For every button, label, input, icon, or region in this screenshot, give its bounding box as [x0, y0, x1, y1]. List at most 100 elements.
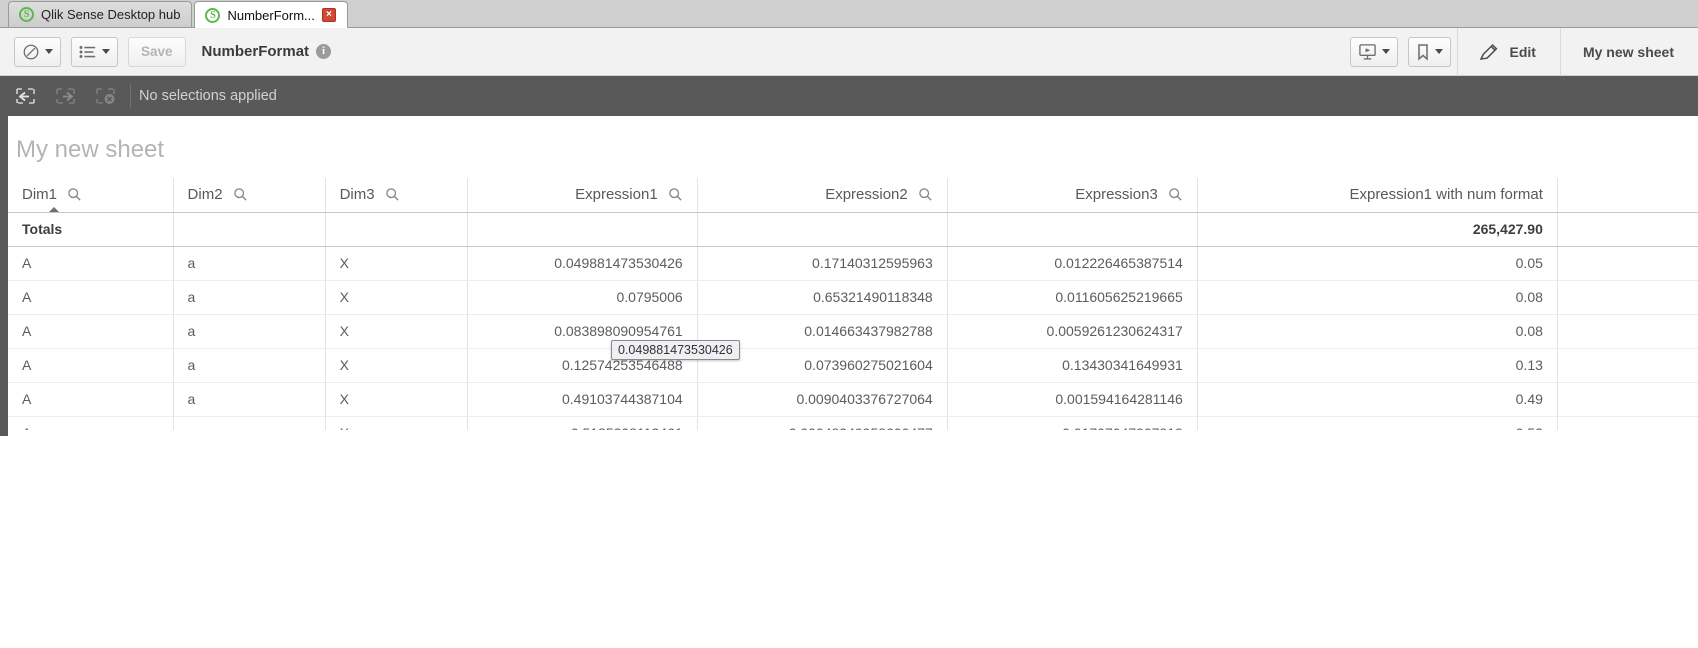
browser-tab-title: NumberForm...: [227, 7, 315, 23]
totals-cell: [947, 212, 1198, 247]
edit-button-label: Edit: [1509, 43, 1536, 60]
table-row[interactable]: A a X 0.49103744387104 0.009040337672706…: [8, 382, 1698, 417]
cell-dim1[interactable]: A: [8, 416, 174, 430]
table-row[interactable]: A a X 0.12574253546488 0.073960275021604…: [8, 348, 1698, 383]
chevron-down-icon: [1381, 49, 1390, 54]
column-header-expression3[interactable]: Expression3: [947, 178, 1198, 213]
table-row[interactable]: A a X 0.0795006 0.65321490118348 0.01160…: [8, 280, 1698, 315]
cell-dim2[interactable]: a: [173, 280, 326, 315]
column-header-dim1[interactable]: Dim1: [8, 178, 174, 213]
presentation-icon: [1358, 43, 1376, 60]
column-header-filler: [1557, 178, 1698, 213]
cell-expression3: 0.13430341649931: [947, 348, 1198, 383]
cell-expression1: 0.49103744387104: [467, 382, 698, 417]
column-header-dim2[interactable]: Dim2: [173, 178, 326, 213]
cell-filler: [1557, 280, 1698, 315]
cell-expression1-num-format: 0.49: [1197, 382, 1558, 417]
search-icon[interactable]: [67, 187, 82, 202]
column-label: Expression2: [825, 186, 908, 204]
close-icon[interactable]: ×: [321, 8, 336, 22]
compass-icon: [23, 44, 39, 59]
column-label: Dim1: [22, 186, 58, 204]
table-row[interactable]: A a X 0.083898090954761 0.01466343798278…: [8, 314, 1698, 349]
cell-dim3[interactable]: X: [325, 382, 468, 417]
cell-expression1: 0.0795006: [467, 280, 698, 315]
cell-dim3[interactable]: X: [325, 314, 468, 349]
selection-clear-button[interactable]: [86, 76, 126, 116]
cell-expression2: 0.17140312595963: [697, 246, 948, 281]
cell-filler: [1557, 348, 1698, 383]
toolbar-divider: [1559, 27, 1561, 76]
info-icon[interactable]: i: [316, 44, 332, 59]
chevron-down-icon: [1434, 49, 1443, 54]
cell-expression3: 0.011605625219665: [947, 280, 1198, 315]
cell-expression2: 0.0090403376727064: [697, 382, 948, 417]
present-menu-button[interactable]: [1349, 36, 1398, 67]
column-header-expression2[interactable]: Expression2: [697, 178, 948, 213]
totals-filler: [1557, 212, 1698, 247]
cell-value-tooltip: 0.049881473530426: [611, 340, 740, 360]
cell-dim2[interactable]: a: [173, 314, 326, 349]
app-title: NumberFormat i: [202, 43, 332, 60]
selection-back-button[interactable]: [6, 76, 46, 116]
cell-dim1[interactable]: A: [8, 314, 174, 349]
edit-button[interactable]: Edit: [1464, 28, 1554, 76]
search-icon[interactable]: [918, 187, 933, 202]
cell-dim3[interactable]: X: [325, 280, 468, 315]
column-header-expression1-num-format[interactable]: Expression1 with num format: [1197, 178, 1558, 213]
cell-expression1: 0.5185208113461: [467, 416, 698, 430]
search-icon[interactable]: [233, 187, 248, 202]
browser-tab-hub[interactable]: S Qlik Sense Desktop hub: [8, 1, 193, 27]
bookmarks-menu-button[interactable]: [1407, 36, 1451, 67]
cell-dim3[interactable]: X: [325, 246, 468, 281]
totals-cell: [173, 212, 326, 247]
cell-dim1[interactable]: A: [8, 246, 174, 281]
cell-expression3: 0.0059261230624317: [947, 314, 1198, 349]
sort-ascending-icon: [48, 206, 60, 211]
cell-expression3: 0.001594164281146: [947, 382, 1198, 417]
selection-forward-button[interactable]: [46, 76, 86, 116]
sheets-menu-button[interactable]: [71, 36, 118, 67]
cell-expression1-num-format: 0.08: [1197, 314, 1558, 349]
search-icon[interactable]: [1168, 187, 1183, 202]
cell-dim2[interactable]: a: [173, 348, 326, 383]
column-header-expression1[interactable]: Expression1: [467, 178, 698, 213]
table-row[interactable]: A a X 0.5185208113461 0.0004824995860047…: [8, 416, 1698, 430]
cell-dim3[interactable]: X: [325, 416, 468, 430]
sheet-canvas: My new sheet Dim1 Dim2 Dim3 Expression1 …: [0, 116, 1698, 648]
table-row[interactable]: A a X 0.049881473530426 0.17140312595963…: [8, 246, 1698, 281]
table-header: Dim1 Dim2 Dim3 Expression1 Expression2 E…: [8, 178, 1698, 213]
totals-cell: [325, 212, 468, 247]
cell-dim1[interactable]: A: [8, 280, 174, 315]
cell-expression3: 0.01707047907819: [947, 416, 1198, 430]
data-table: Dim1 Dim2 Dim3 Expression1 Expression2 E…: [8, 178, 1698, 430]
save-button[interactable]: Save: [128, 36, 186, 67]
browser-tab-numberformat[interactable]: S NumberForm... ×: [194, 1, 348, 28]
cell-expression1-num-format: 0.52: [1197, 416, 1558, 430]
cell-dim2[interactable]: a: [173, 246, 326, 281]
column-label: Expression1 with num format: [1349, 186, 1543, 204]
bookmark-icon: [1417, 43, 1428, 61]
totals-label: Totals: [8, 212, 174, 247]
cell-dim1[interactable]: A: [8, 382, 174, 417]
navigation-menu-button[interactable]: [14, 36, 61, 67]
table-object[interactable]: Dim1 Dim2 Dim3 Expression1 Expression2 E…: [8, 178, 1698, 430]
toolbar-divider: [1456, 27, 1458, 76]
cell-dim2[interactable]: a: [173, 382, 326, 417]
cell-dim1[interactable]: A: [8, 348, 174, 383]
totals-cell: [467, 212, 698, 247]
cell-filler: [1557, 314, 1698, 349]
qlik-logo-icon: S: [19, 7, 34, 22]
pencil-icon: [1479, 43, 1497, 60]
cell-expression2: 0.00048249958600477: [697, 416, 948, 430]
current-sheet-button[interactable]: My new sheet: [1567, 28, 1690, 76]
cell-dim2[interactable]: a: [173, 416, 326, 430]
column-label: Expression1: [575, 186, 658, 204]
totals-cell: 265,427.90: [1197, 212, 1558, 247]
cell-dim3[interactable]: X: [325, 348, 468, 383]
selections-bar: No selections applied: [0, 76, 1698, 116]
search-icon[interactable]: [385, 187, 400, 202]
column-header-dim3[interactable]: Dim3: [325, 178, 468, 213]
qlik-logo-icon: S: [205, 7, 221, 23]
search-icon[interactable]: [668, 187, 683, 202]
